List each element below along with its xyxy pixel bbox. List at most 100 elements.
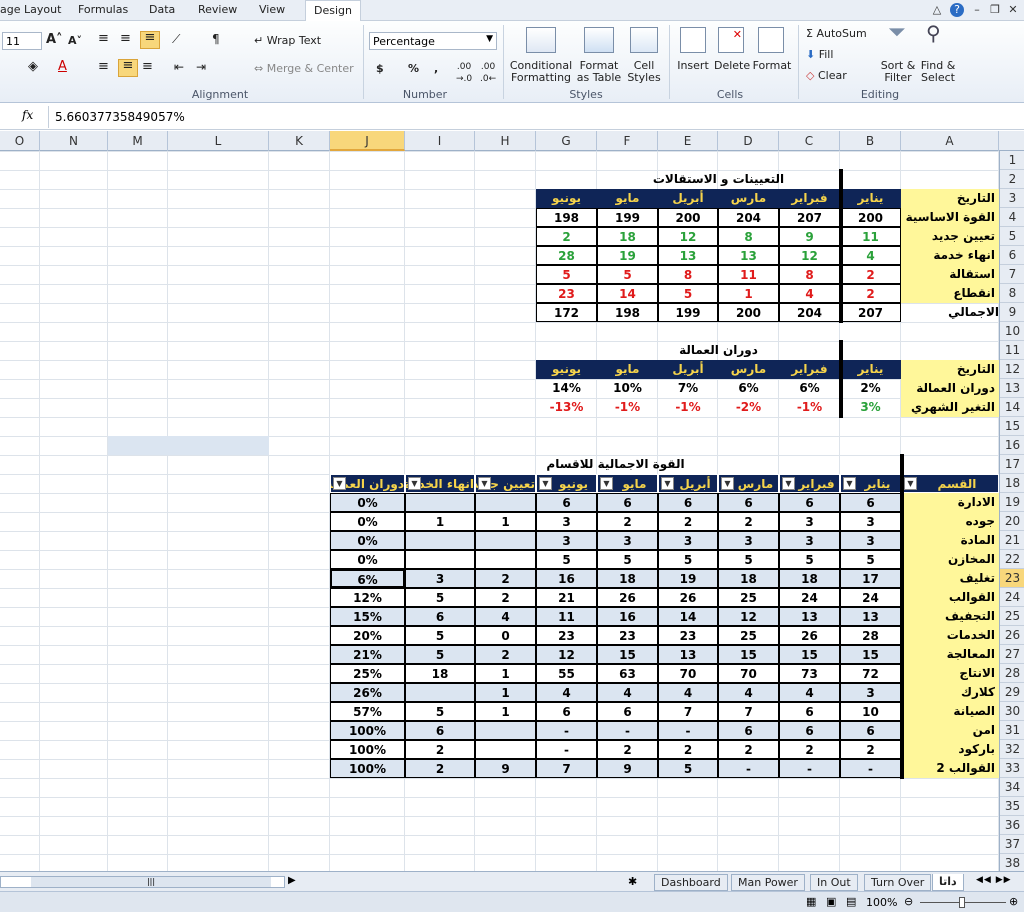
department-value[interactable]: 2	[718, 740, 779, 759]
orientation-icon[interactable]: ⟋	[172, 33, 180, 45]
table-value[interactable]: 8	[718, 227, 779, 246]
department-value[interactable]: 13	[840, 607, 901, 626]
filter-dropdown-icon[interactable]: ▼	[539, 477, 552, 490]
department-value[interactable]: 6	[840, 721, 901, 740]
row-header[interactable]: 10	[1000, 322, 1024, 341]
tab-data[interactable]: Data	[149, 3, 175, 16]
department-value[interactable]: 13	[779, 607, 840, 626]
table-value[interactable]: 2	[536, 227, 597, 246]
filter-dropdown-icon[interactable]: ▼	[333, 477, 346, 490]
table-value[interactable]: 200	[840, 208, 901, 227]
month-header[interactable]: مارس	[718, 189, 779, 208]
row-header[interactable]: 16	[1000, 436, 1024, 455]
department-value[interactable]: 7	[658, 702, 718, 721]
department-value[interactable]: 25	[718, 626, 779, 645]
department-turnover[interactable]: 57%	[330, 702, 405, 721]
row-header[interactable]: 9	[1000, 303, 1024, 322]
row-header[interactable]: 21	[1000, 531, 1024, 550]
department-label[interactable]: القوالب 2	[901, 759, 999, 778]
department-value[interactable]: 1	[475, 512, 536, 531]
table-value[interactable]: 207	[840, 303, 901, 322]
row-header[interactable]: 25	[1000, 607, 1024, 626]
row-label[interactable]: تعيين جديد	[901, 227, 999, 246]
department-value[interactable]: 5	[658, 759, 718, 778]
table-title[interactable]: التعيينات و الاستقالات	[536, 170, 901, 189]
department-value[interactable]: 12	[718, 607, 779, 626]
table-value[interactable]: 4	[779, 284, 840, 303]
grow-font-icon[interactable]: A˄	[46, 33, 63, 46]
department-label[interactable]: القوالب	[901, 588, 999, 607]
merge-center-button[interactable]: ⇔ Merge & Center	[254, 63, 354, 75]
department-value[interactable]: -	[597, 721, 658, 740]
department-value[interactable]: 63	[597, 664, 658, 683]
department-label[interactable]: المادة	[901, 531, 999, 550]
department-value[interactable]: 3	[597, 531, 658, 550]
table-value[interactable]: 12	[779, 246, 840, 265]
department-value[interactable]: 4	[779, 683, 840, 702]
department-value[interactable]: 4	[718, 683, 779, 702]
table-value[interactable]: 5	[536, 265, 597, 284]
zoom-slider-thumb[interactable]	[959, 897, 965, 908]
row-header[interactable]: 30	[1000, 702, 1024, 721]
window-minimize-icon[interactable]: –	[970, 3, 984, 17]
row-header[interactable]: 27	[1000, 645, 1024, 664]
window-restore-icon[interactable]: ❐	[988, 3, 1002, 17]
column-header-selected[interactable]: J	[330, 131, 405, 151]
department-table-header[interactable]: انهاء الخدمة ▼	[405, 474, 475, 493]
zoom-in-icon[interactable]: ⊕	[1009, 895, 1018, 908]
department-value[interactable]: 1	[475, 664, 536, 683]
department-turnover[interactable]: 100%	[330, 759, 405, 778]
department-value[interactable]: 73	[779, 664, 840, 683]
row-header[interactable]: 1	[1000, 151, 1024, 170]
department-turnover[interactable]: 25%	[330, 664, 405, 683]
table-value[interactable]: 14	[597, 284, 658, 303]
department-value[interactable]	[475, 550, 536, 569]
row-header[interactable]: 4	[1000, 208, 1024, 227]
department-label[interactable]: الخدمات	[901, 626, 999, 645]
department-value[interactable]: 5	[405, 645, 475, 664]
align-left-icon[interactable]: ≡	[98, 60, 109, 73]
department-value[interactable]: 5	[779, 550, 840, 569]
row-header[interactable]: 13	[1000, 379, 1024, 398]
department-label[interactable]: باركود	[901, 740, 999, 759]
month-header[interactable]: فبراير	[779, 360, 840, 379]
department-value[interactable]	[475, 493, 536, 512]
department-value[interactable]: 12	[536, 645, 597, 664]
filter-dropdown-icon[interactable]: ▼	[721, 477, 734, 490]
insert-sheet-icon[interactable]: ✱	[628, 875, 637, 888]
department-value[interactable]: -	[658, 721, 718, 740]
column-header[interactable]: F	[597, 131, 658, 151]
shrink-font-icon[interactable]: A˅	[68, 35, 82, 47]
font-color-icon[interactable]: A	[58, 60, 67, 73]
department-value[interactable]: -	[779, 759, 840, 778]
worksheet-grid[interactable]: التعيينات و الاستقالات التاريخ يناير فبراير…	[0, 151, 999, 871]
column-header[interactable]: K	[269, 131, 330, 151]
department-value[interactable]: 5	[840, 550, 901, 569]
row-header[interactable]: 20	[1000, 512, 1024, 531]
row-header[interactable]: 28	[1000, 664, 1024, 683]
department-label[interactable]: الانتاج	[901, 664, 999, 683]
table-value[interactable]: 12	[658, 227, 718, 246]
department-value[interactable]: 6	[840, 493, 901, 512]
comma-button[interactable]: ,	[434, 63, 438, 75]
row-header[interactable]: 23	[1000, 569, 1024, 588]
filter-dropdown-icon[interactable]: ▼	[478, 477, 491, 490]
page-break-view-icon[interactable]: ▤	[846, 895, 856, 908]
align-bottom-icon[interactable]: ≡	[140, 31, 160, 49]
row-header[interactable]: 37	[1000, 835, 1024, 854]
sort-filter-button[interactable]: Sort & Filter	[880, 60, 916, 84]
row-header[interactable]: 31	[1000, 721, 1024, 740]
month-header[interactable]: مايو	[597, 189, 658, 208]
department-value[interactable]: 2	[475, 569, 536, 588]
turnover-value[interactable]: 14%	[536, 379, 597, 398]
table-value[interactable]: 5	[658, 284, 718, 303]
align-top-icon[interactable]: ≡	[98, 32, 109, 45]
department-value[interactable]: 5	[597, 550, 658, 569]
department-value[interactable]: -	[536, 721, 597, 740]
fx-icon[interactable]: fx	[22, 108, 33, 122]
column-header[interactable]: C	[779, 131, 840, 151]
month-header[interactable]: أبريل	[658, 189, 718, 208]
row-header[interactable]: 8	[1000, 284, 1024, 303]
department-value[interactable]: 24	[779, 588, 840, 607]
department-value[interactable]: 23	[658, 626, 718, 645]
